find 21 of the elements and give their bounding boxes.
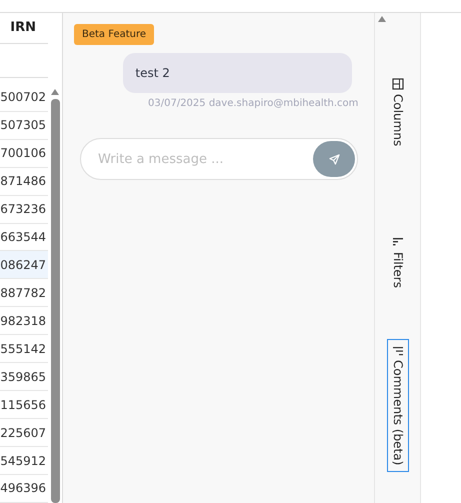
table-cell: 700106 xyxy=(0,140,48,168)
table-cell: 663544 xyxy=(0,224,48,252)
send-button[interactable] xyxy=(313,141,356,177)
send-icon xyxy=(328,154,340,164)
beta-badge: Beta Feature xyxy=(74,24,154,45)
message-box[interactable]: Write a message ... xyxy=(80,138,358,180)
table-cell: 673236 xyxy=(0,196,48,224)
message-input[interactable]: Write a message ... xyxy=(96,150,314,168)
table-cell: 871486 xyxy=(0,168,48,196)
scroll-up-icon[interactable] xyxy=(378,16,386,22)
message-bubble: test 2 xyxy=(123,53,352,93)
scroll-up-icon[interactable] xyxy=(51,89,59,95)
columns-icon xyxy=(392,78,404,90)
filter-icon xyxy=(392,238,403,248)
scrollbar-thumb[interactable] xyxy=(50,99,60,503)
side-tab[interactable]: Filters xyxy=(386,231,409,296)
bars-icon xyxy=(392,346,403,356)
side-tab[interactable]: Comments (beta) xyxy=(386,339,409,472)
side-tab[interactable]: Columns xyxy=(386,71,409,154)
table-cell: 086247 xyxy=(0,251,48,280)
message-meta: 03/07/2025 dave.shapiro@mbihealth.com xyxy=(148,98,358,109)
